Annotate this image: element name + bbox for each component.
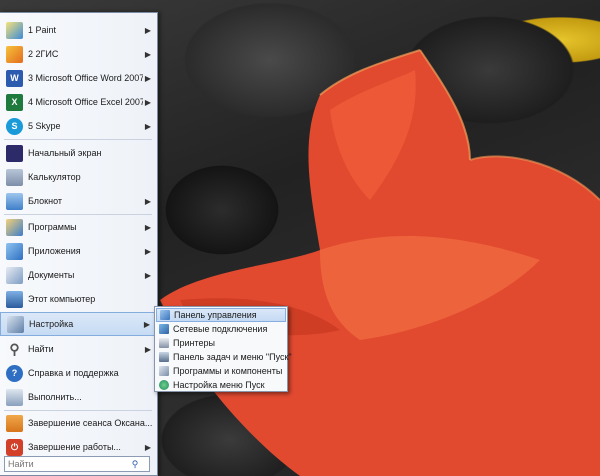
apps-icon xyxy=(6,242,23,260)
chevron-right-icon: ▶ xyxy=(143,319,151,329)
submenu-item-label: Программы и компоненты xyxy=(173,366,283,376)
menu-item-word[interactable]: W 3 Microsoft Office Word 2007 ▶ xyxy=(0,67,156,89)
menu-item-documents[interactable]: Документы ▶ xyxy=(0,264,156,286)
menu-item-label: 2 2ГИС xyxy=(28,49,59,59)
chevron-right-icon: ▶ xyxy=(144,121,152,131)
printer-icon xyxy=(159,338,169,348)
menu-item-label: Выполнить... xyxy=(28,392,82,402)
chevron-right-icon: ▶ xyxy=(144,442,152,452)
search-box[interactable]: ⚲ xyxy=(4,456,150,472)
search-icon[interactable]: ⚲ xyxy=(128,459,142,470)
menu-item-label: 3 Microsoft Office Word 2007 xyxy=(28,73,143,83)
control-panel-icon xyxy=(160,310,170,320)
calculator-icon xyxy=(6,168,23,186)
submenu-item-label: Панель управления xyxy=(174,310,257,320)
submenu-item-label: Настройка меню Пуск xyxy=(173,380,265,390)
network-icon xyxy=(159,324,169,334)
search-magnifier-icon: ⚲ xyxy=(9,340,20,357)
menu-item-apps[interactable]: Приложения ▶ xyxy=(0,240,156,262)
documents-icon xyxy=(6,266,23,284)
settings-submenu: Панель управления Сетевые подключения Пр… xyxy=(154,306,292,392)
chevron-right-icon: ▶ xyxy=(144,270,152,280)
menu-item-programs[interactable]: Программы ▶ xyxy=(0,216,156,238)
menu-item-label: 5 Skype xyxy=(28,121,61,131)
chevron-right-icon: ▶ xyxy=(144,97,152,107)
search-input[interactable] xyxy=(8,458,128,470)
submenu-item-programs-features[interactable]: Программы и компоненты xyxy=(156,364,286,378)
menu-item-computer[interactable]: Этот компьютер xyxy=(0,288,156,310)
menu-item-find[interactable]: ⚲ Найти ▶ xyxy=(0,338,156,360)
submenu-item-printers[interactable]: Принтеры xyxy=(156,336,286,350)
shutdown-icon: ⏻ xyxy=(6,438,23,456)
notepad-icon xyxy=(6,192,23,210)
menu-item-calculator[interactable]: Калькулятор xyxy=(0,166,156,188)
submenu-item-network[interactable]: Сетевые подключения xyxy=(156,322,286,336)
menu-item-label: Найти xyxy=(28,344,54,354)
chevron-right-icon: ▶ xyxy=(144,344,152,354)
menu-item-label: Этот компьютер xyxy=(28,294,96,304)
submenu-item-control-panel[interactable]: Панель управления xyxy=(156,308,286,322)
chevron-right-icon: ▶ xyxy=(144,73,152,83)
excel-icon: X xyxy=(6,93,23,111)
menu-item-label: Начальный экран xyxy=(28,148,102,158)
logoff-icon xyxy=(6,414,23,432)
menu-item-label: Приложения xyxy=(28,246,81,256)
chevron-right-icon: ▶ xyxy=(144,246,152,256)
menu-item-paint[interactable]: 1 Paint ▶ xyxy=(0,19,156,41)
menu-item-label: Настройка xyxy=(29,319,74,329)
2gis-icon xyxy=(6,45,23,63)
menu-separator xyxy=(4,410,152,411)
paint-icon xyxy=(6,21,23,39)
menu-item-excel[interactable]: X 4 Microsoft Office Excel 2007 ▶ xyxy=(0,91,156,113)
menu-item-help[interactable]: ? Справка и поддержка xyxy=(0,362,156,384)
chevron-right-icon: ▶ xyxy=(144,222,152,232)
taskbar-icon xyxy=(159,352,169,362)
menu-item-label: Программы xyxy=(28,222,77,232)
chevron-right-icon: ▶ xyxy=(144,196,152,206)
menu-item-2gis[interactable]: 2 2ГИС ▶ xyxy=(0,43,156,65)
menu-item-label: Завершение работы... xyxy=(28,442,121,452)
start-screen-icon xyxy=(6,144,23,162)
menu-item-start-screen[interactable]: Начальный экран xyxy=(0,142,156,164)
menu-separator xyxy=(4,139,152,140)
run-icon xyxy=(6,388,23,406)
help-icon: ? xyxy=(6,364,23,382)
menu-item-label: Справка и поддержка xyxy=(28,368,119,378)
computer-icon xyxy=(6,290,23,308)
skype-icon: S xyxy=(6,117,23,135)
word-icon: W xyxy=(6,69,23,87)
menu-item-skype[interactable]: S 5 Skype ▶ xyxy=(0,115,156,137)
menu-separator xyxy=(4,214,152,215)
menu-item-settings[interactable]: Настройка ▶ xyxy=(0,312,156,336)
programs-icon xyxy=(6,218,23,236)
menu-item-shutdown[interactable]: ⏻ Завершение работы... ▶ xyxy=(0,436,156,458)
programs-features-icon xyxy=(159,366,169,376)
start-menu: 1 Paint ▶ 2 2ГИС ▶ W 3 Microsoft Office … xyxy=(0,12,158,476)
settings-icon xyxy=(7,315,24,333)
menu-item-notepad[interactable]: Блокнот ▶ xyxy=(0,190,156,212)
submenu-item-start-menu-settings[interactable]: Настройка меню Пуск xyxy=(156,378,286,392)
submenu-item-label: Сетевые подключения xyxy=(173,324,268,334)
submenu-item-label: Принтеры xyxy=(173,338,215,348)
menu-item-label: 1 Paint xyxy=(28,25,57,35)
chevron-right-icon: ▶ xyxy=(144,49,152,59)
start-menu-settings-icon xyxy=(159,380,169,390)
submenu-item-label: Панель задач и меню "Пуск" xyxy=(173,352,292,362)
menu-item-run[interactable]: Выполнить... xyxy=(0,386,156,408)
menu-item-label: Блокнот xyxy=(28,196,63,206)
menu-item-label: Калькулятор xyxy=(28,172,81,182)
chevron-right-icon: ▶ xyxy=(144,25,152,35)
menu-item-label: Завершение сеанса Оксана... xyxy=(28,418,153,428)
menu-item-label: 4 Microsoft Office Excel 2007 xyxy=(28,97,143,107)
menu-item-label: Документы xyxy=(28,270,75,280)
menu-item-logoff[interactable]: Завершение сеанса Оксана... xyxy=(0,412,156,434)
submenu-item-taskbar[interactable]: Панель задач и меню "Пуск" xyxy=(156,350,292,364)
